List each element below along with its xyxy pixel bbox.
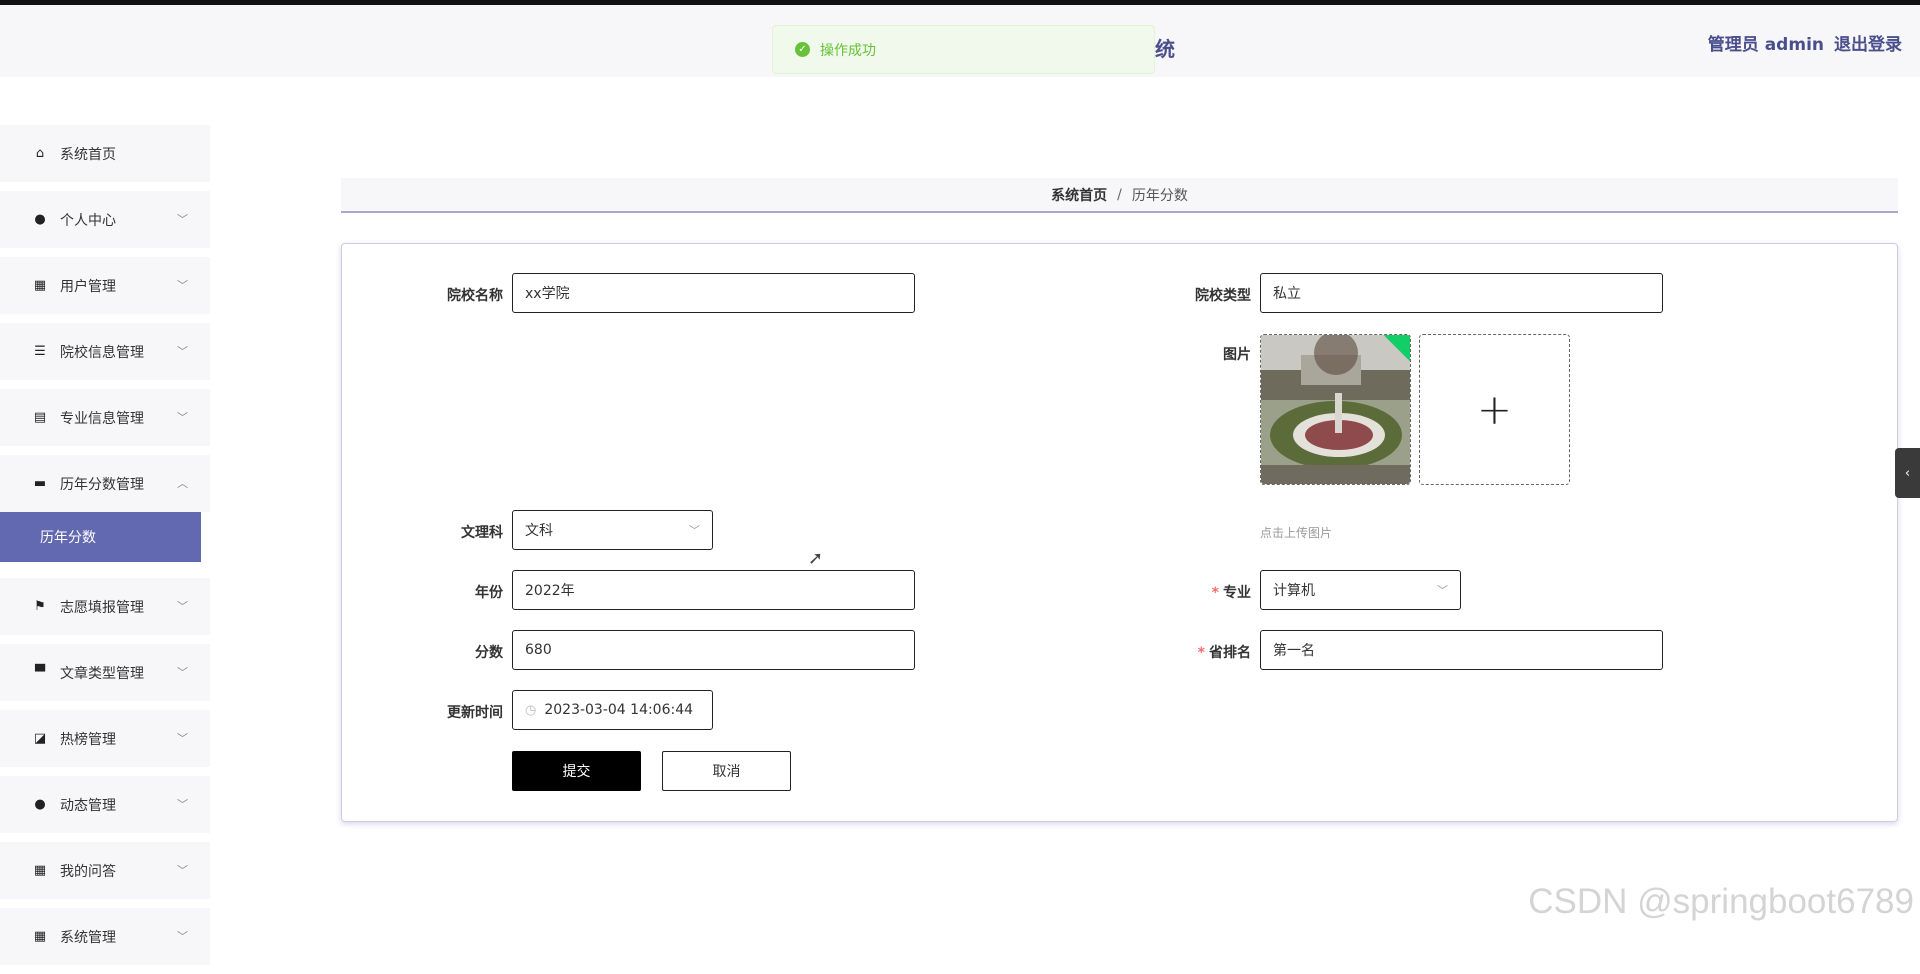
upload-tip: 点击上传图片 <box>1260 526 1333 540</box>
sidebar: ⌂ 系统首页 ● 个人中心 ﹀ ▦ 用户管理 ﹀ ☰ 院校信息管理 ﹀ ▤ 专业… <box>0 125 210 974</box>
major-label: * 专业 <box>1151 582 1251 602</box>
logout-link[interactable]: 退出登录 <box>1834 30 1902 55</box>
chevron-down-icon: ﹀ <box>177 411 188 424</box>
sidebar-item-home[interactable]: ⌂ 系统首页 <box>0 125 210 182</box>
sidebar-item-label: 志愿填报管理 <box>60 599 144 616</box>
sidebar-item-label: 我的问答 <box>60 863 116 880</box>
printer-icon: ▀ <box>35 665 45 680</box>
breadcrumb-current: 历年分数 <box>1131 187 1188 204</box>
score-input[interactable]: 680 <box>512 630 915 670</box>
sidebar-item-label: 个人中心 <box>60 212 116 229</box>
sidebar-item-label: 院校信息管理 <box>60 344 144 361</box>
success-toast: ✓ 操作成功 <box>772 25 1155 74</box>
update-time-label: 更新时间 <box>447 705 503 721</box>
sidebar-item-label: 系统首页 <box>60 146 116 163</box>
sidebar-item-school-info[interactable]: ☰ 院校信息管理 ﹀ <box>0 323 210 380</box>
collapse-panel-tab[interactable]: ‹ <box>1895 448 1920 498</box>
score-label: 分数 <box>475 645 503 661</box>
chart-icon: ◪ <box>33 731 47 746</box>
header-user-area: 管理员 admin 退出登录 <box>1708 30 1902 55</box>
admin-user-label[interactable]: 管理员 admin <box>1708 30 1824 55</box>
app-title: 统 <box>1155 37 1175 61</box>
sidebar-item-article-type[interactable]: ▀ 文章类型管理 ﹀ <box>0 644 210 701</box>
sidebar-item-personal-center[interactable]: ● 个人中心 ﹀ <box>0 191 210 248</box>
watermark: CSDN @springboot6789 <box>1528 882 1914 921</box>
toast-message: 操作成功 <box>820 42 876 59</box>
chevron-down-icon: ﹀ <box>177 600 188 613</box>
user-icon: ● <box>34 797 46 812</box>
check-circle-icon: ✓ <box>795 42 810 57</box>
sidebar-item-label: 热榜管理 <box>60 731 116 748</box>
sidebar-item-score-history[interactable]: ▬ 历年分数管理 ︿ <box>0 455 210 512</box>
major-select-value: 计算机 <box>1273 583 1315 599</box>
required-marker: * <box>1211 585 1219 601</box>
chevron-down-icon: ﹀ <box>177 666 188 679</box>
breadcrumb-home[interactable]: 系统首页 <box>1051 185 1107 205</box>
plus-icon: + <box>1476 385 1513 434</box>
sidebar-item-label: 历年分数管理 <box>60 476 144 493</box>
sidebar-item-application[interactable]: ⚑ 志愿填报管理 ﹀ <box>0 578 210 635</box>
user-icon: ● <box>34 212 46 227</box>
sliders-icon: ☰ <box>34 344 46 359</box>
year-label: 年份 <box>475 585 503 601</box>
subject-select[interactable]: 文科 ﹀ <box>512 510 713 550</box>
school-type-input[interactable]: 私立 <box>1260 273 1663 313</box>
rank-input[interactable]: 第一名 <box>1260 630 1663 670</box>
image-upload-button[interactable]: + <box>1419 334 1570 485</box>
score-form-card: 院校名称 xx学院 院校类型 私立 图片 + 点击上传图片 文理科 文科 ﹀ 年… <box>341 243 1898 822</box>
briefcase-icon: ▬ <box>33 476 47 491</box>
chevron-down-icon: ﹀ <box>177 279 188 292</box>
major-label-text: 专业 <box>1223 585 1251 601</box>
major-select[interactable]: 计算机 ﹀ <box>1260 570 1461 610</box>
home-icon: ⌂ <box>35 146 45 161</box>
uploaded-image-thumbnail[interactable] <box>1260 334 1411 485</box>
school-type-label: 院校类型 <box>1195 288 1251 304</box>
submit-button[interactable]: 提交 <box>512 751 641 791</box>
sidebar-item-label: 文章类型管理 <box>60 665 144 682</box>
sidebar-item-hot-list[interactable]: ◪ 热榜管理 ﹀ <box>0 710 210 767</box>
campus-photo <box>1261 335 1410 484</box>
school-name-input[interactable]: xx学院 <box>512 273 915 313</box>
chevron-down-icon: ﹀ <box>1437 584 1448 597</box>
grid-icon: ▦ <box>33 863 47 878</box>
chevron-down-icon: ﹀ <box>177 798 188 811</box>
required-marker: * <box>1197 645 1205 661</box>
flag-icon: ⚑ <box>34 599 46 614</box>
subject-select-value: 文科 <box>525 523 553 539</box>
chevron-down-icon: ﹀ <box>177 732 188 745</box>
chevron-up-icon: ︿ <box>177 477 188 490</box>
sidebar-item-news[interactable]: ● 动态管理 ﹀ <box>0 776 210 833</box>
update-time-value: 2023-03-04 14:06:44 <box>544 702 694 718</box>
subject-label: 文理科 <box>461 525 503 541</box>
cancel-button[interactable]: 取消 <box>662 751 791 791</box>
year-input[interactable]: 2022年 <box>512 570 915 610</box>
sidebar-item-major-info[interactable]: ▤ 专业信息管理 ﹀ <box>0 389 210 446</box>
chevron-left-icon: ‹ <box>1904 465 1911 481</box>
rank-label-text: 省排名 <box>1209 645 1251 661</box>
rank-label: * 省排名 <box>1151 642 1251 662</box>
breadcrumb: 系统首页 / 历年分数 <box>341 178 1898 213</box>
sidebar-item-label: 专业信息管理 <box>60 410 144 427</box>
clock-icon: ◷ <box>525 702 537 718</box>
chevron-down-icon: ﹀ <box>177 345 188 358</box>
breadcrumb-separator: / <box>1117 186 1122 203</box>
clipboard-icon: ▤ <box>33 410 47 425</box>
update-time-picker[interactable]: ◷ 2023-03-04 14:06:44 <box>512 690 713 730</box>
grid-icon: ▦ <box>33 278 47 293</box>
mouse-cursor-icon: ➚ <box>808 548 824 569</box>
school-name-label: 院校名称 <box>447 288 503 304</box>
chevron-down-icon: ﹀ <box>177 864 188 877</box>
sidebar-item-label: 动态管理 <box>60 797 116 814</box>
image-label: 图片 <box>1223 347 1251 363</box>
chevron-down-icon: ﹀ <box>177 213 188 226</box>
sidebar-item-my-qa[interactable]: ▦ 我的问答 ﹀ <box>0 842 210 899</box>
chevron-down-icon: ﹀ <box>689 524 700 537</box>
sidebar-item-user-management[interactable]: ▦ 用户管理 ﹀ <box>0 257 210 314</box>
chevron-down-icon: ﹀ <box>177 930 188 943</box>
sidebar-item-label: 用户管理 <box>60 278 116 295</box>
sidebar-subitem-score-history[interactable]: 历年分数 <box>0 512 201 562</box>
